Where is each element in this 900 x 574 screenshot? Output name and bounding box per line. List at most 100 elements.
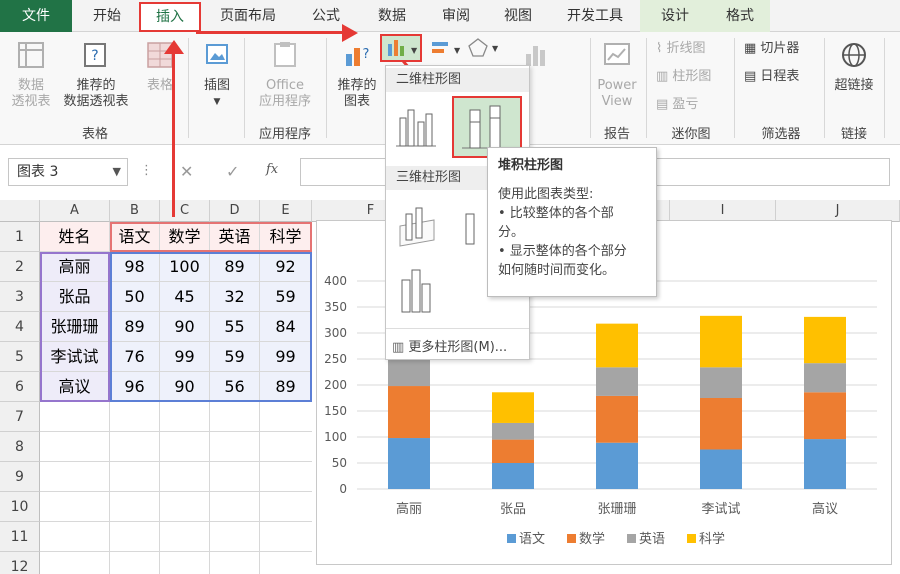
row-header[interactable]: 8: [0, 432, 40, 462]
tab-page-layout[interactable]: 页面布局: [208, 0, 288, 32]
tab-file[interactable]: 文件: [0, 0, 72, 32]
row-header[interactable]: 6: [0, 372, 40, 402]
group-separator: [884, 38, 885, 138]
data-cell[interactable]: 高议: [40, 372, 110, 402]
sparkline-line-icon: ⌇: [656, 41, 667, 56]
data-cell[interactable]: 89: [110, 312, 160, 342]
data-cell[interactable]: 55: [210, 312, 260, 342]
row-header[interactable]: 2: [0, 252, 40, 282]
header-cell[interactable]: 语文: [110, 222, 160, 252]
illustrations-label: 插图: [203, 78, 230, 93]
column-header[interactable]: A: [40, 200, 110, 222]
column-header[interactable]: B: [110, 200, 160, 222]
data-cell[interactable]: 89: [210, 252, 260, 282]
illustrations-button[interactable]: 插图 ▼: [196, 40, 238, 110]
tab-review[interactable]: 审阅: [426, 0, 486, 32]
data-cell[interactable]: 99: [260, 342, 312, 372]
column-chart-button[interactable]: ▼: [380, 34, 422, 62]
data-cell[interactable]: 32: [210, 282, 260, 312]
3d-clustered-column-option[interactable]: [394, 200, 440, 250]
data-cell[interactable]: 96: [110, 372, 160, 402]
recommended-charts-icon: ?: [346, 47, 369, 66]
header-cell[interactable]: 姓名: [40, 222, 110, 252]
data-cell[interactable]: 90: [160, 312, 210, 342]
data-cell[interactable]: 76: [110, 342, 160, 372]
fx-icon[interactable]: fx: [266, 162, 278, 177]
3d-stacked-column-option[interactable]: [458, 200, 488, 250]
data-cell[interactable]: 李试试: [40, 342, 110, 372]
data-cell[interactable]: 张珊珊: [40, 312, 110, 342]
data-cell[interactable]: 50: [110, 282, 160, 312]
office-apps-button[interactable]: Office 应用程序: [250, 40, 320, 110]
data-cell[interactable]: 89: [260, 372, 312, 402]
data-cell[interactable]: 45: [160, 282, 210, 312]
data-cell[interactable]: 张品: [40, 282, 110, 312]
sparkline-winloss-button[interactable]: ▤ 盈亏: [656, 96, 698, 114]
data-cell[interactable]: 59: [210, 342, 260, 372]
annotation-arrowhead-right: [342, 24, 358, 42]
data-cell[interactable]: 高丽: [40, 252, 110, 282]
slicer-button[interactable]: ▦ 切片器: [744, 40, 799, 58]
data-cell[interactable]: 84: [260, 312, 312, 342]
tab-data[interactable]: 数据: [362, 0, 422, 32]
data-cell[interactable]: 59: [260, 282, 312, 312]
3d-column-option[interactable]: [394, 262, 440, 316]
data-cell[interactable]: 98: [110, 252, 160, 282]
sparkline-column-icon: ▥: [656, 69, 673, 84]
tab-insert[interactable]: 插入: [139, 2, 201, 32]
row-header[interactable]: 11: [0, 522, 40, 552]
sparkline-column-button[interactable]: ▥ 柱形图: [656, 68, 711, 86]
row-header[interactable]: 12: [0, 552, 40, 574]
name-box[interactable]: 图表 3 ▼: [8, 158, 128, 186]
bar-chart-icon[interactable]: ▼: [428, 38, 468, 60]
tab-view[interactable]: 视图: [488, 0, 548, 32]
cancel-icon[interactable]: ✕: [180, 162, 193, 181]
header-cell[interactable]: 科学: [260, 222, 312, 252]
header-cell[interactable]: 数学: [160, 222, 210, 252]
column-header[interactable]: J: [776, 200, 900, 222]
row-header[interactable]: 3: [0, 282, 40, 312]
row-header[interactable]: 1: [0, 222, 40, 252]
row-header[interactable]: 7: [0, 402, 40, 432]
clustered-column-option[interactable]: [394, 102, 438, 150]
tab-design[interactable]: 设计: [640, 0, 710, 32]
name-box-dropdown-icon[interactable]: ▼: [113, 159, 121, 185]
tab-home[interactable]: 开始: [78, 0, 136, 32]
bar-segment: [596, 323, 638, 368]
slicer-label: 切片器: [760, 41, 800, 56]
tab-developer[interactable]: 开发工具: [555, 0, 635, 32]
more-column-charts-item[interactable]: ▥ 更多柱形图(M)...: [392, 336, 507, 355]
data-cell[interactable]: 99: [160, 342, 210, 372]
illustrations-icon: [206, 44, 228, 64]
row-header[interactable]: 9: [0, 462, 40, 492]
row-header[interactable]: 5: [0, 342, 40, 372]
tab-format[interactable]: 格式: [710, 0, 770, 32]
data-cell[interactable]: 56: [210, 372, 260, 402]
select-all-corner[interactable]: [0, 200, 40, 222]
radar-chart-icon[interactable]: ▼: [466, 36, 506, 60]
header-cell[interactable]: 英语: [210, 222, 260, 252]
slicer-icon: ▦: [744, 41, 761, 56]
sparkline-line-button[interactable]: ⌇ 折线图: [656, 40, 706, 58]
recommended-pivot-button[interactable]: ? 推荐的 数据透视表: [58, 40, 134, 110]
data-cell[interactable]: 92: [260, 252, 312, 282]
power-view-button[interactable]: Power View: [594, 40, 640, 110]
office-apps-icon: [274, 42, 296, 67]
column-header[interactable]: E: [260, 200, 312, 222]
recommended-charts-button[interactable]: ? 推荐的 图表: [332, 40, 382, 110]
hyperlink-button[interactable]: 超链接: [830, 40, 878, 94]
row-header[interactable]: 10: [0, 492, 40, 522]
data-cell[interactable]: 90: [160, 372, 210, 402]
column-header[interactable]: D: [210, 200, 260, 222]
row-header[interactable]: 4: [0, 312, 40, 342]
x-tick-label: 张品: [500, 502, 526, 517]
pivot-table-button[interactable]: 数据 透视表: [6, 40, 56, 110]
column-header[interactable]: I: [670, 200, 776, 222]
data-cell[interactable]: 100: [160, 252, 210, 282]
y-tick-label: 150: [324, 404, 347, 418]
gridline: [209, 402, 210, 574]
timeline-button[interactable]: ▤ 日程表: [744, 68, 799, 86]
svg-text:▼: ▼: [492, 44, 499, 53]
enter-icon[interactable]: ✓: [226, 162, 239, 181]
column-header[interactable]: C: [160, 200, 210, 222]
